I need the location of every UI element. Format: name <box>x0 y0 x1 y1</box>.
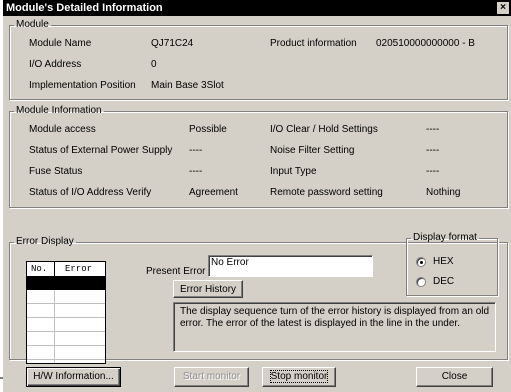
noise-filter-label: Noise Filter Setting <box>270 145 355 156</box>
close-icon[interactable]: × <box>497 2 509 14</box>
io-clear-hold-value: ---- <box>426 124 440 135</box>
module-access-value: Possible <box>189 124 227 135</box>
remote-password-value: Nothing <box>426 187 461 198</box>
ext-power-value: ---- <box>189 145 203 156</box>
fuse-status-value: ---- <box>189 166 203 177</box>
error-table[interactable]: No. Error <box>26 261 106 364</box>
error-history-note-text: The display sequence turn of the error h… <box>180 306 490 329</box>
input-type-label: Input Type <box>270 166 317 177</box>
stop-monitor-button[interactable]: Stop monitor <box>262 367 336 387</box>
table-grid <box>27 290 105 363</box>
error-display-legend: Error Display <box>16 236 74 247</box>
dec-radio[interactable] <box>416 277 426 287</box>
dec-radio-label[interactable]: DEC <box>433 276 454 288</box>
product-info-value: 020510000000000 - B <box>376 38 475 49</box>
product-info-label: Product information <box>270 38 357 49</box>
module-detail-dialog: Module's Detailed Information × Module M… <box>3 0 511 392</box>
column-divider <box>54 290 55 363</box>
error-table-header: No. Error <box>27 262 105 277</box>
io-address-label: I/O Address <box>29 59 82 70</box>
io-verify-value: Agreement <box>189 187 238 198</box>
hex-radio[interactable] <box>416 257 426 267</box>
column-divider <box>54 262 55 276</box>
input-type-value: ---- <box>426 166 440 177</box>
io-clear-hold-label: I/O Clear / Hold Settings <box>270 124 378 135</box>
io-address-value: 0 <box>151 59 157 70</box>
col-no-header: No. <box>31 264 48 274</box>
selected-row[interactable] <box>27 277 105 290</box>
present-error-label: Present Error <box>146 266 206 277</box>
module-group-legend: Module <box>16 19 49 30</box>
hw-information-button[interactable]: H/W Information... <box>26 367 121 387</box>
title-bar: Module's Detailed Information × <box>3 0 511 16</box>
module-access-label: Module access <box>29 124 96 135</box>
start-monitor-button[interactable]: Start monitor <box>174 367 249 387</box>
close-button[interactable]: Close <box>416 367 493 387</box>
display-format-legend: Display format <box>413 232 477 243</box>
hex-radio-label[interactable]: HEX <box>433 256 454 268</box>
module-name-label: Module Name <box>29 38 92 49</box>
ext-power-label: Status of External Power Supply <box>29 145 173 156</box>
window-title: Module's Detailed Information <box>6 2 163 14</box>
present-error-field: No Error <box>208 255 373 277</box>
present-error-value: No Error <box>211 257 249 268</box>
col-error-header: Error <box>65 264 93 274</box>
error-history-button[interactable]: Error History <box>173 280 243 298</box>
module-information-legend: Module Information <box>16 105 102 116</box>
remote-password-label: Remote password setting <box>270 187 383 198</box>
fuse-status-label: Fuse Status <box>29 166 83 177</box>
implementation-position-label: Implementation Position <box>29 80 136 91</box>
noise-filter-value: ---- <box>426 145 440 156</box>
implementation-position-value: Main Base 3Slot <box>151 80 224 91</box>
io-verify-label: Status of I/O Address Verify <box>29 187 152 198</box>
module-name-value: QJ71C24 <box>151 38 194 49</box>
error-history-note: The display sequence turn of the error h… <box>173 302 496 352</box>
